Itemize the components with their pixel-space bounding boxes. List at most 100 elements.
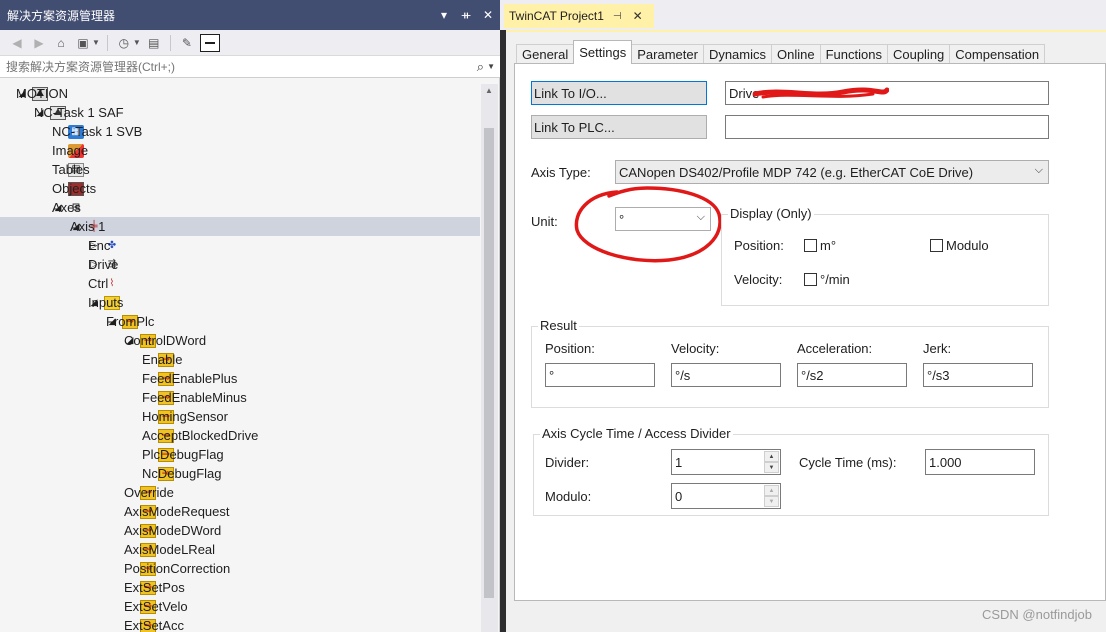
tree-item-label: ExtSetPos — [124, 580, 185, 595]
switch-views-icon[interactable]: ▣ — [74, 34, 92, 52]
solution-explorer-title: 解决方案资源管理器 — [7, 8, 116, 23]
tree-item[interactable]: ⇒ AxisModeLReal — [0, 540, 480, 559]
preview-selected-icon[interactable] — [199, 33, 220, 52]
modulo-stepper[interactable]: 0 ▲ ▼ — [671, 483, 781, 509]
cycle-time-group: Axis Cycle Time / Access Divider Divider… — [533, 426, 1049, 516]
result-acceleration-label: Acceleration: — [797, 341, 873, 356]
tree-item[interactable]: ⇒ Override — [0, 483, 480, 502]
search-input[interactable] — [6, 59, 446, 74]
tree-item[interactable]: ⇒ FeedEnablePlus — [0, 369, 480, 388]
tree-item[interactable]: ⇒ PositionCorrection — [0, 559, 480, 578]
window-position-icon[interactable]: ▾ — [438, 6, 450, 24]
home-icon[interactable]: ⌂ — [52, 34, 70, 52]
tree-item-label: PositionCorrection — [124, 561, 231, 576]
tree-item[interactable]: ◢ ⇒ FromPlc — [0, 312, 480, 331]
solution-explorer-toolbar: ◀ ▶ ⌂ ▣ ▼ ◷ ▼ ▤ ✎ — [0, 30, 500, 56]
axis-type-select[interactable]: CANopen DS402/Profile MDP 742 (e.g. Ethe… — [615, 160, 1049, 184]
solution-explorer-search: ⌕ ▼ — [0, 56, 500, 78]
tree-item-label: FromPlc — [106, 314, 155, 329]
properties-wrench-icon[interactable]: ✎ — [178, 34, 196, 52]
result-acceleration-field[interactable]: °/s2 — [797, 363, 907, 387]
link-to-io-button[interactable]: Link To I/O... — [531, 81, 707, 105]
cycle-time-field[interactable]: 1.000 — [925, 449, 1035, 475]
result-jerk-label: Jerk: — [923, 341, 952, 356]
result-velocity-label: Velocity: — [671, 341, 720, 356]
tree-item-label: ExtSetAcc — [124, 618, 184, 632]
tab-online[interactable]: Online — [771, 44, 821, 64]
search-icon[interactable]: ⌕ — [477, 59, 484, 75]
document-area: TwinCAT Project1 ⊣ ✕ General Settings Para… — [500, 0, 1106, 632]
close-icon[interactable]: ✕ — [482, 6, 494, 24]
display-position-checkbox[interactable] — [804, 239, 817, 252]
tree-item-label: AxisModeRequest — [124, 504, 230, 519]
chevron-down-icon[interactable]: ▼ — [487, 62, 495, 71]
tree-item[interactable]: ▷ ✤ Enc — [0, 236, 480, 255]
result-jerk-field[interactable]: °/s3 — [923, 363, 1033, 387]
tree-item[interactable]: ⇒ ExtSetAcc — [0, 616, 480, 632]
tree-item[interactable]: ◢ ⇒ ControlDWord — [0, 331, 480, 350]
tab-compensation[interactable]: Compensation — [949, 44, 1046, 64]
tree-item[interactable]: ◢ ⛰ MOTION — [0, 84, 480, 103]
tree-item[interactable]: ⇒ HomingSensor — [0, 407, 480, 426]
forward-icon[interactable]: ▶ — [30, 34, 48, 52]
divider-stepper[interactable]: 1 ▲ ▼ — [671, 449, 781, 475]
modulo-checkbox[interactable] — [930, 239, 943, 252]
tree-item-label: AcceptBlockedDrive — [142, 428, 259, 443]
stepper-up-icon[interactable]: ▲ — [764, 485, 779, 496]
tree-item[interactable]: ▤ Tables — [0, 160, 480, 179]
tree-item[interactable]: ▷ ⇶ Drive — [0, 255, 480, 274]
tab-general[interactable]: General — [516, 44, 575, 64]
close-icon[interactable]: ✕ — [633, 9, 643, 23]
tree-item[interactable]: ◢ ╪ Axis 1 — [0, 217, 480, 236]
tree-item[interactable]: Image — [0, 141, 480, 160]
pending-changes-icon[interactable]: ◷ — [115, 34, 133, 52]
tree-item-label: HomingSensor — [142, 409, 228, 424]
tree-item[interactable]: ⇒ AxisModeRequest — [0, 502, 480, 521]
tab-functions[interactable]: Functions — [819, 44, 888, 64]
tree-item-label: MOTION — [16, 86, 68, 101]
tree-item-label: ControlDWord — [124, 333, 207, 348]
display-only-group: Display (Only) Position: m° Modulo Veloc… — [721, 206, 1049, 306]
scrollbar-thumb[interactable] — [484, 128, 494, 598]
stepper-down-icon[interactable]: ▼ — [764, 462, 779, 473]
pin-icon[interactable]: ᚑ — [460, 6, 472, 24]
tree-item[interactable]: ▦ NC-Task 1 SVB — [0, 122, 480, 141]
chevron-down-icon[interactable]: ▼ — [133, 38, 141, 47]
scroll-up-icon[interactable]: ▲ — [485, 86, 493, 95]
stepper-up-icon[interactable]: ▲ — [764, 451, 779, 462]
tree-item[interactable]: ⇒ ExtSetVelo — [0, 597, 480, 616]
tree-item[interactable]: ⇒ ExtSetPos — [0, 578, 480, 597]
chevron-down-icon[interactable]: ⌵ — [1035, 164, 1043, 177]
tree-item[interactable]: ⇒ NcDebugFlag — [0, 464, 480, 483]
tree-item[interactable]: Objects — [0, 179, 480, 198]
stepper-down-icon[interactable]: ▼ — [764, 496, 779, 507]
tree-item[interactable]: ⇒ AxisModeDWord — [0, 521, 480, 540]
collapse-all-icon[interactable]: ▤ — [145, 34, 163, 52]
tree-item[interactable]: ⇒ AcceptBlockedDrive — [0, 426, 480, 445]
link-plc-field[interactable] — [725, 115, 1049, 139]
tab-settings[interactable]: Settings — [573, 40, 633, 64]
tree-item[interactable]: ⇒ FeedEnableMinus — [0, 388, 480, 407]
pin-icon[interactable]: ⊣ — [613, 11, 622, 22]
tree-scrollbar[interactable]: ▲ — [481, 84, 498, 632]
display-velocity-checkbox[interactable] — [804, 273, 817, 286]
result-velocity-field[interactable]: °/s — [671, 363, 781, 387]
tab-dynamics[interactable]: Dynamics — [702, 44, 773, 64]
back-icon[interactable]: ◀ — [8, 34, 26, 52]
tab-coupling[interactable]: Coupling — [886, 44, 951, 64]
tree-item[interactable]: ⌇ Ctrl — [0, 274, 480, 293]
tree-item[interactable]: ◢ ⛰ NC-Task 1 SAF — [0, 103, 480, 122]
modulo-value: 0 — [675, 488, 683, 504]
tab-parameter[interactable]: Parameter — [631, 44, 704, 64]
document-tab-twincat-project[interactable]: TwinCAT Project1 ⊣ ✕ — [504, 4, 654, 28]
tree-item-label: Enc — [88, 238, 111, 253]
tree-item[interactable]: ⇒ PlcDebugFlag — [0, 445, 480, 464]
tree-item[interactable]: ⇒ Enable — [0, 350, 480, 369]
chevron-down-icon[interactable]: ▼ — [92, 38, 100, 47]
tree-item[interactable]: ◢ Inputs — [0, 293, 480, 312]
solution-explorer-titlebar: 解决方案资源管理器 ▾ ᚑ ✕ — [0, 0, 500, 30]
tree-item[interactable]: ◢ ⊞ Axes — [0, 198, 480, 217]
link-to-plc-button[interactable]: Link To PLC... — [531, 115, 707, 139]
cycle-time-title: Axis Cycle Time / Access Divider — [540, 426, 733, 441]
result-position-field[interactable]: ° — [545, 363, 655, 387]
